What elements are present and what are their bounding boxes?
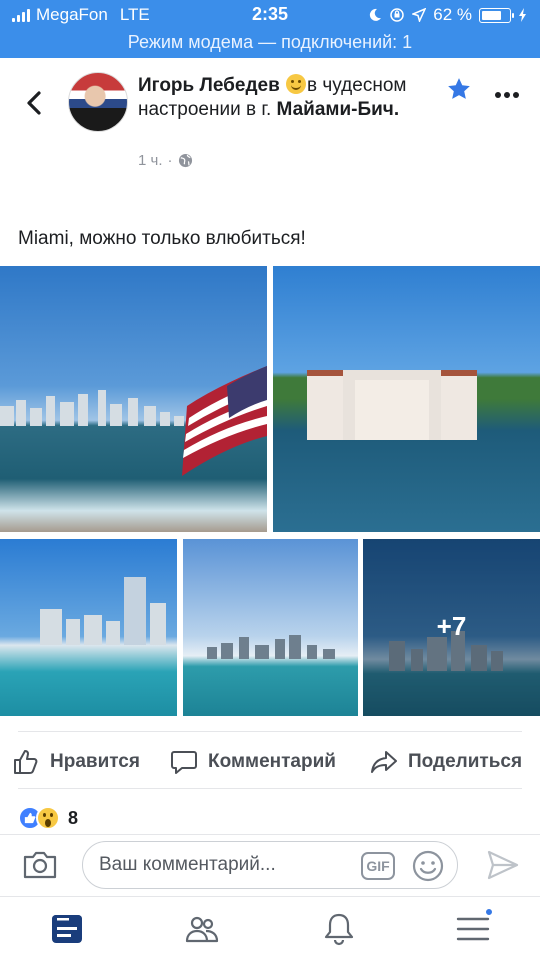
hotspot-banner[interactable]: Режим модема — подключений: 1 <box>0 30 540 58</box>
rotation-lock-icon <box>390 8 404 22</box>
comment-icon <box>171 751 197 774</box>
battery-percent: 62 % <box>433 5 472 24</box>
divider-top <box>18 731 522 732</box>
location-icon <box>412 8 427 22</box>
villa-shape <box>307 370 477 440</box>
comment-input[interactable]: Ваш комментарий... GIF <box>82 841 458 889</box>
skyline-shape <box>183 539 358 659</box>
moon-icon <box>370 8 382 21</box>
news-feed-icon[interactable] <box>49 911 85 947</box>
status-right: 62 % <box>368 5 528 25</box>
gif-icon[interactable]: GIF <box>361 852 395 880</box>
divider-bottom <box>18 788 522 789</box>
author-name[interactable]: Игорь Лебедев <box>138 75 280 96</box>
place-link[interactable]: Майами-Бич. <box>277 99 400 120</box>
comment-composer: Ваш комментарий... GIF <box>0 834 540 896</box>
status-bar: MegaFon LTE 2:35 62 % <box>0 0 540 30</box>
bottom-tab-bar <box>0 896 540 960</box>
charging-icon <box>519 8 526 22</box>
menu-button[interactable] <box>455 907 494 947</box>
comment-label: Комментарий <box>208 751 336 772</box>
avatar[interactable] <box>68 72 128 132</box>
post-photo-2[interactable] <box>273 266 540 532</box>
menu-icon <box>456 917 490 941</box>
wow-reaction-icon <box>36 806 60 830</box>
post-text: Miami, можно только влюбиться! <box>18 228 306 249</box>
comment-button[interactable]: Комментарий <box>170 740 336 784</box>
reactions-summary[interactable]: 8 <box>18 804 78 832</box>
skyline-shape <box>0 539 177 645</box>
post-author-line: Игорь Лебедев в чудесном настроении в г.… <box>138 74 438 122</box>
like-button[interactable]: Нравится <box>12 740 140 784</box>
post-photo-4[interactable] <box>183 539 358 716</box>
meta-separator: · <box>167 152 173 169</box>
share-button[interactable]: Поделиться <box>370 740 522 784</box>
friends-icon[interactable] <box>184 911 220 947</box>
happy-face-icon <box>286 74 307 94</box>
notifications-icon[interactable] <box>321 911 357 947</box>
back-icon[interactable] <box>20 88 50 118</box>
post-actions: Нравится Комментарий Поделиться <box>0 740 540 784</box>
share-label: Поделиться <box>408 751 523 772</box>
menu-notification-dot <box>484 907 494 917</box>
post-photo-5[interactable]: +7 <box>363 539 540 716</box>
comment-placeholder: Ваш комментарий... <box>99 854 276 875</box>
send-icon[interactable] <box>486 849 520 881</box>
post-photo-3[interactable] <box>0 539 177 716</box>
more-icon[interactable] <box>494 90 520 100</box>
share-icon <box>371 751 397 773</box>
us-flag-image <box>182 366 267 476</box>
post-photo-1[interactable] <box>0 266 267 532</box>
like-icon <box>14 750 38 774</box>
like-label: Нравится <box>50 751 140 772</box>
more-photos-count: +7 <box>436 611 467 641</box>
feeling-prefix: в <box>307 75 318 96</box>
globe-icon <box>178 153 192 168</box>
post-time[interactable]: 1 ч. <box>138 152 163 169</box>
star-icon[interactable] <box>446 76 472 102</box>
emoji-icon[interactable] <box>411 849 445 883</box>
battery-icon <box>479 7 514 23</box>
post-header: Игорь Лебедев в чудесном настроении в г.… <box>0 58 540 188</box>
post-meta: 1 ч. · <box>138 152 193 169</box>
camera-icon[interactable] <box>22 849 58 881</box>
more-photos-overlay[interactable]: +7 <box>363 539 540 716</box>
reaction-count: 8 <box>68 807 79 828</box>
